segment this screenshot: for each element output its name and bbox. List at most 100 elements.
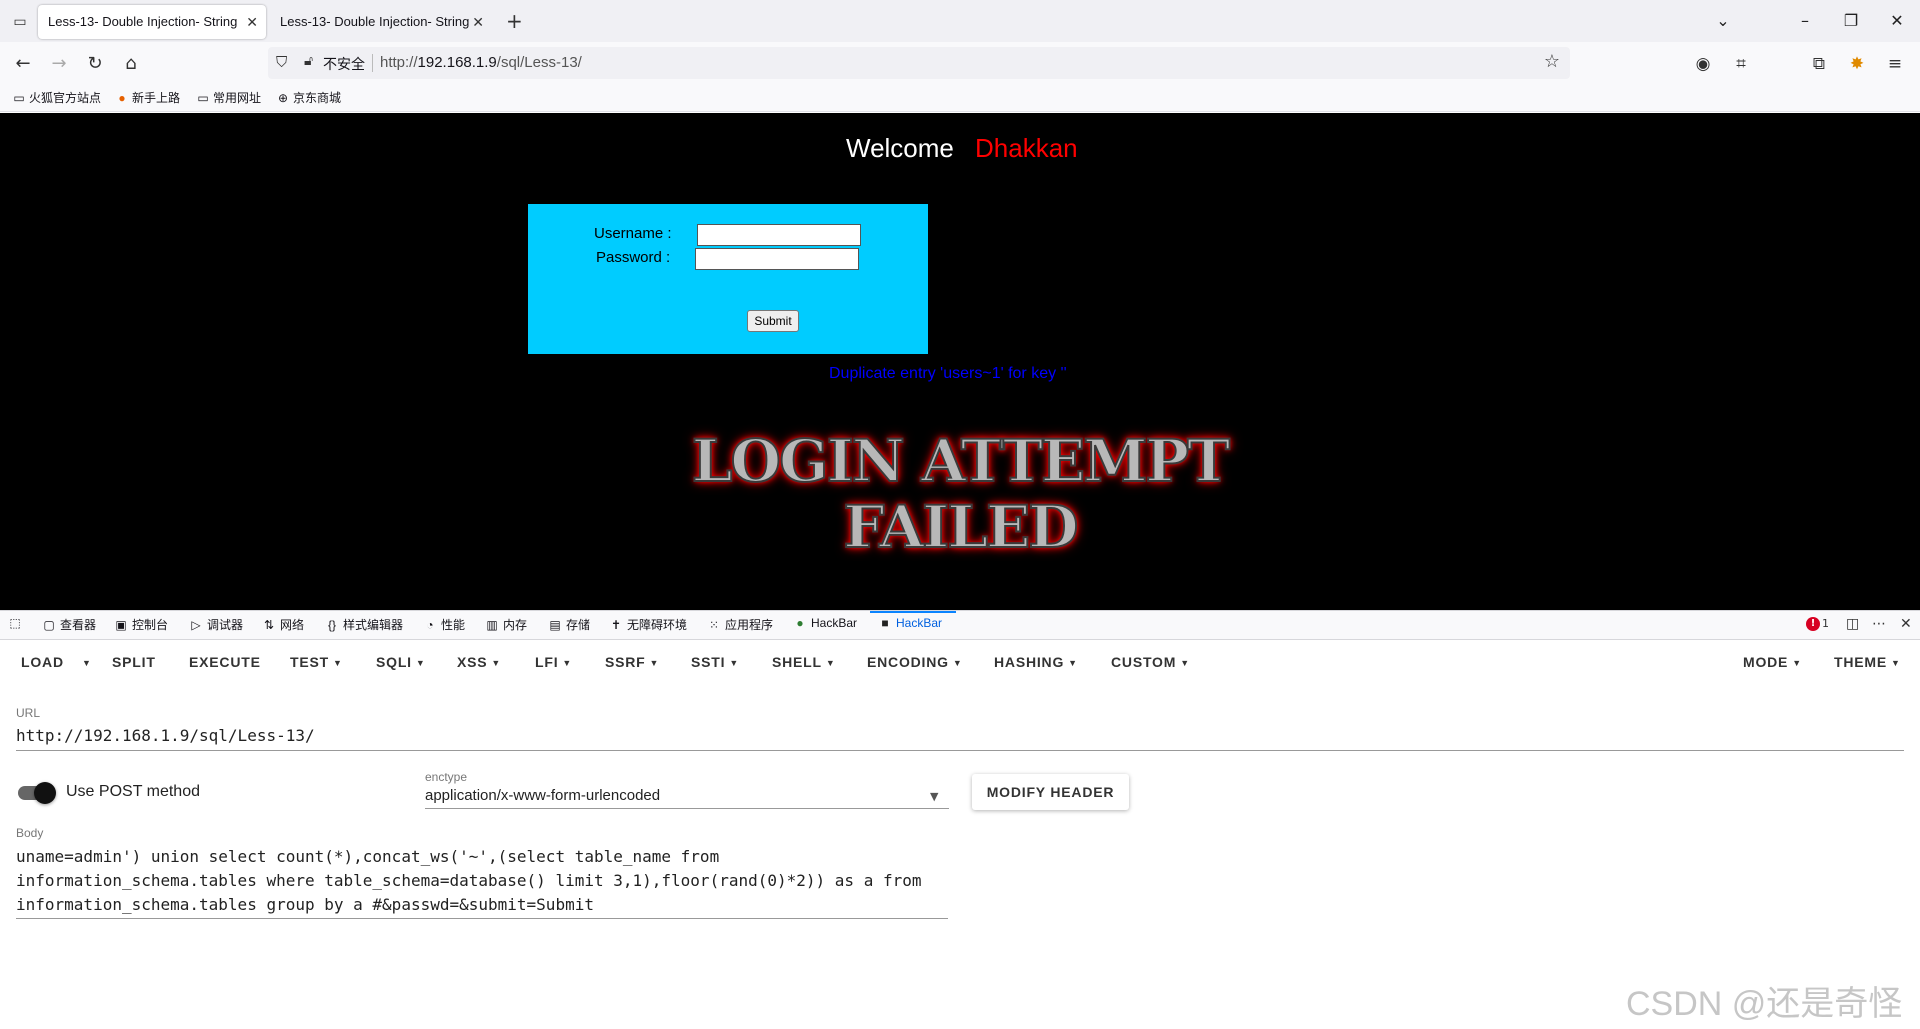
menu-execute-button[interactable]: EXECUTE bbox=[189, 654, 261, 670]
devtools-tab-debugger[interactable]: ▷ 调试器 bbox=[189, 616, 243, 633]
element-picker-icon[interactable]: ⬚ bbox=[8, 616, 26, 630]
menu-xss[interactable]: XSS ▼ bbox=[457, 654, 501, 670]
menu-test[interactable]: TEST ▼ bbox=[290, 654, 343, 670]
bookmark-label: 京东商城 bbox=[293, 91, 342, 105]
devtools-tab-performance[interactable]: ◔ 性能 bbox=[423, 616, 465, 633]
url-field[interactable]: http://192.168.1.9/sql/Less-13/ bbox=[16, 726, 315, 745]
menu-label: SSRF bbox=[605, 654, 646, 670]
menu-label: LOAD bbox=[21, 654, 64, 670]
bookmark-item[interactable]: ▭ 常用网址 bbox=[196, 89, 261, 106]
caret-down-icon: ▼ bbox=[415, 658, 426, 668]
enctype-label: enctype bbox=[425, 770, 468, 784]
username-label: Username : bbox=[594, 225, 672, 242]
url-field-underline bbox=[16, 750, 1904, 751]
devtools-tab-network[interactable]: ⇅ 网络 bbox=[262, 616, 304, 633]
minimize-button[interactable]: – bbox=[1790, 8, 1820, 34]
tab-close-icon[interactable]: ✕ bbox=[246, 5, 258, 39]
caret-down-icon: ▼ bbox=[82, 658, 92, 668]
memory-icon: ▥ bbox=[486, 618, 498, 632]
bookmark-star-icon[interactable]: ☆ bbox=[1544, 51, 1560, 72]
error-count[interactable]: 1 bbox=[1822, 617, 1829, 630]
shield-icon[interactable]: ⛉ bbox=[276, 53, 287, 71]
browser-tab[interactable]: Less-13- Double Injection- String ✕ bbox=[270, 5, 492, 39]
extension-fox-icon[interactable]: ✸ bbox=[1844, 51, 1870, 77]
menu-hashing[interactable]: HASHING ▼ bbox=[994, 654, 1078, 670]
submit-button[interactable]: Submit bbox=[747, 310, 799, 332]
url-text[interactable]: http://192.168.1.9/sql/Less-13/ bbox=[380, 54, 582, 71]
home-button[interactable]: ⌂ bbox=[118, 51, 144, 77]
devtools-tab-accessibility[interactable]: ✝ 无障碍环境 bbox=[609, 616, 687, 633]
tab-label: 性能 bbox=[441, 618, 466, 632]
menu-mode[interactable]: MODE ▼ bbox=[1743, 654, 1802, 670]
close-devtools-icon[interactable]: ✕ bbox=[1900, 616, 1912, 632]
more-options-icon[interactable]: ⋯ bbox=[1872, 616, 1886, 632]
address-bar[interactable]: ⛉ 🔓︎ 不安全 http://192.168.1.9/sql/Less-13/… bbox=[268, 47, 1570, 79]
menu-label: ENCODING bbox=[867, 654, 949, 670]
menu-split-button[interactable]: SPLIT bbox=[112, 654, 156, 670]
menu-custom[interactable]: CUSTOM ▼ bbox=[1111, 654, 1190, 670]
menu-ssti[interactable]: SSTI ▼ bbox=[691, 654, 739, 670]
devtools-tab-inspector[interactable]: ▢ 查看器 bbox=[42, 616, 96, 633]
menu-shell[interactable]: SHELL ▼ bbox=[772, 654, 836, 670]
devtools-tab-storage[interactable]: ▤ 存储 bbox=[548, 616, 590, 633]
tab-close-icon[interactable]: ✕ bbox=[472, 5, 484, 39]
tab-label: 样式编辑器 bbox=[343, 618, 404, 632]
insecure-lock-icon[interactable]: 🔓︎ bbox=[304, 53, 313, 69]
menu-label: SSTI bbox=[691, 654, 726, 670]
error-icon[interactable]: ! bbox=[1806, 617, 1820, 631]
enctype-select[interactable]: application/x-www-form-urlencoded bbox=[425, 787, 660, 804]
csdn-watermark: CSDN @还是奇怪 bbox=[1626, 985, 1903, 1023]
tab-title: Less-13- Double Injection- String bbox=[48, 14, 238, 29]
extensions-icon[interactable]: ⧉ bbox=[1806, 51, 1832, 77]
modify-header-button[interactable]: MODIFY HEADER bbox=[972, 774, 1129, 810]
reload-button[interactable]: ↻ bbox=[82, 51, 108, 77]
globe-icon: ⊕ bbox=[277, 91, 289, 105]
caret-down-icon: ▼ bbox=[1792, 658, 1802, 668]
new-tab-button[interactable]: + bbox=[506, 10, 523, 32]
password-input[interactable] bbox=[695, 248, 859, 270]
post-toggle-knob[interactable] bbox=[34, 782, 56, 804]
back-button[interactable]: ← bbox=[10, 51, 36, 77]
restore-button[interactable]: ❐ bbox=[1836, 8, 1866, 34]
body-textarea[interactable]: uname=admin') union select count(*),conc… bbox=[16, 845, 956, 917]
menu-encoding[interactable]: ENCODING ▼ bbox=[867, 654, 963, 670]
body-field-label: Body bbox=[16, 826, 44, 840]
devtools-tab-hackbar-1[interactable]: ● HackBar bbox=[793, 616, 857, 630]
crop-icon[interactable]: ⌗ bbox=[1728, 51, 1754, 77]
menu-lfi[interactable]: LFI ▼ bbox=[535, 654, 572, 670]
bookmark-label: 新手上路 bbox=[132, 91, 181, 105]
menu-label: SHELL bbox=[772, 654, 822, 670]
menu-load-dropdown[interactable]: ▼ bbox=[78, 654, 92, 670]
caret-down-icon: ▼ bbox=[491, 658, 502, 668]
forward-button[interactable]: → bbox=[46, 51, 72, 77]
menu-load-button[interactable]: LOAD bbox=[21, 654, 64, 670]
menu-ssrf[interactable]: SSRF ▼ bbox=[605, 654, 659, 670]
devtools-tab-style-editor[interactable]: {} 样式编辑器 bbox=[325, 616, 403, 633]
menu-icon[interactable]: ≡ bbox=[1882, 51, 1908, 77]
menu-sqli[interactable]: SQLI ▼ bbox=[376, 654, 426, 670]
bookmark-item[interactable]: ▭ 火狐官方站点 bbox=[12, 89, 101, 106]
select-caret-icon[interactable]: ▼ bbox=[930, 790, 938, 803]
dock-side-icon[interactable]: ◫ bbox=[1846, 616, 1859, 632]
account-icon[interactable]: ◉ bbox=[1690, 51, 1716, 77]
menu-theme[interactable]: THEME ▼ bbox=[1834, 654, 1901, 670]
sql-error-message: Duplicate entry 'users~1' for key '' bbox=[829, 365, 1067, 382]
close-window-button[interactable]: ✕ bbox=[1882, 8, 1912, 34]
bookmark-item[interactable]: ⊕ 京东商城 bbox=[276, 89, 341, 106]
devtools-tab-memory[interactable]: ▥ 内存 bbox=[485, 616, 527, 633]
devtools-tab-hackbar-2[interactable]: ■ HackBar bbox=[878, 616, 942, 630]
devtools-toolbar: ⬚ ▢ 查看器 ▣ 控制台 ▷ 调试器 ⇅ 网络 {} 样式编辑器 ◔ 性能 ▥ 内存 ▤ 存储… bbox=[0, 610, 1920, 640]
accessibility-icon: ✝ bbox=[610, 618, 622, 632]
tab-list-icon[interactable]: ▭ bbox=[10, 12, 30, 32]
console-icon: ▣ bbox=[115, 618, 127, 632]
devtools-tab-application[interactable]: ⁙ 应用程序 bbox=[707, 616, 773, 633]
username-input[interactable] bbox=[697, 224, 861, 246]
devtools-tab-console[interactable]: ▣ 控制台 bbox=[114, 616, 168, 633]
bookmark-item[interactable]: ● 新手上路 bbox=[115, 89, 180, 106]
menu-label: XSS bbox=[457, 654, 488, 670]
bookmarks-toolbar: ▭ 火狐官方站点 ● 新手上路 ▭ 常用网址 ⊕ 京东商城 bbox=[0, 84, 1920, 112]
tab-overflow-icon[interactable]: ⌄ bbox=[1708, 8, 1738, 34]
browser-tab-active[interactable]: Less-13- Double Injection- String ✕ bbox=[38, 5, 266, 39]
tab-label: HackBar bbox=[811, 616, 858, 630]
failed-line-1: LOGIN ATTEMPT bbox=[691, 427, 1231, 495]
